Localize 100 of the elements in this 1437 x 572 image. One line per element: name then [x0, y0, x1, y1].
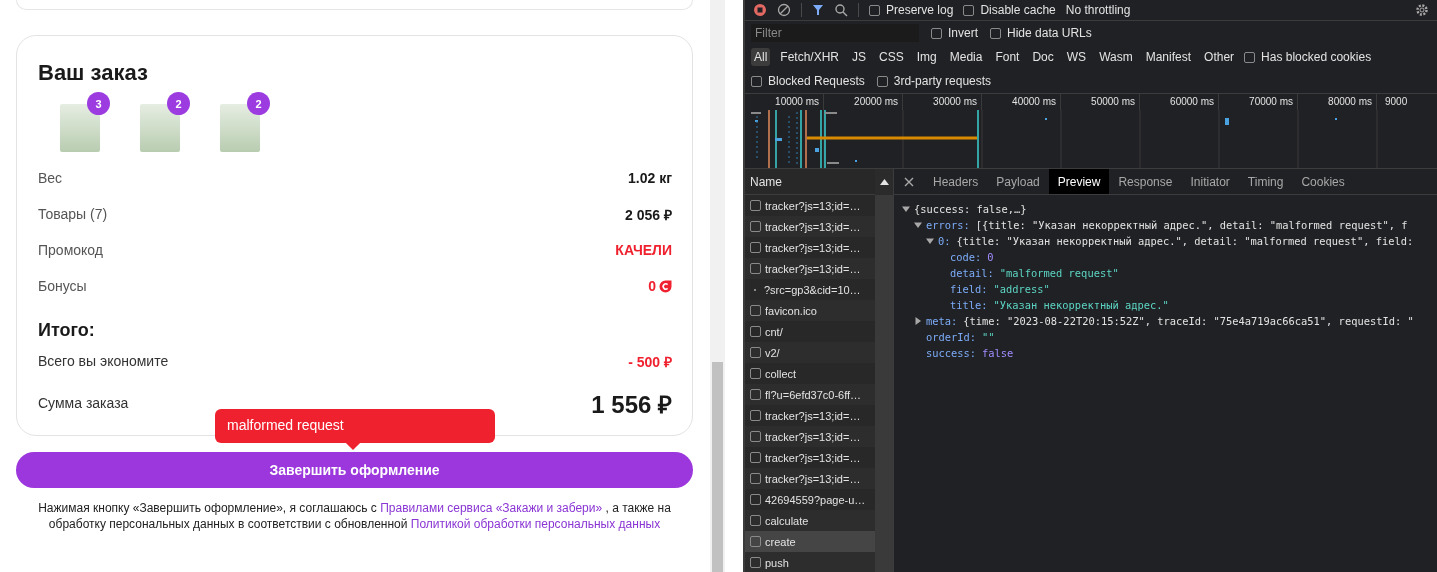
scrollbar-thumb[interactable] — [712, 362, 723, 572]
request-row[interactable]: tracker?js=13;id=… — [745, 426, 875, 447]
request-row[interactable]: push — [745, 552, 875, 572]
detail-tab[interactable]: Headers — [924, 169, 988, 194]
checkbox[interactable] — [750, 221, 761, 232]
option-label: Blocked Requests — [768, 74, 865, 88]
checkbox[interactable] — [750, 494, 761, 505]
checkbox[interactable] — [990, 27, 1001, 39]
terms-link[interactable]: Политикой обработки персональных данных — [410, 517, 661, 531]
checkbox[interactable] — [750, 536, 761, 547]
type-filter-tab[interactable]: Font — [992, 48, 1023, 66]
checkbox[interactable] — [1244, 51, 1256, 63]
quantity-badge: 3 — [87, 92, 110, 115]
sort-arrow-icon[interactable] — [879, 179, 889, 185]
summary-value: 2 056 ₽ — [625, 205, 672, 224]
checkbox[interactable] — [750, 200, 761, 211]
type-filter-tab[interactable]: CSS — [876, 48, 907, 66]
gear-icon[interactable] — [1415, 3, 1429, 17]
checkbox[interactable] — [750, 557, 761, 568]
checkbox[interactable] — [869, 4, 880, 16]
timeline-tick-label: 80000 ms — [1298, 94, 1377, 110]
property-key: success: — [926, 345, 977, 361]
clear-icon[interactable] — [777, 3, 791, 17]
detail-tab[interactable]: Response — [1109, 169, 1182, 194]
timeline-tick-label: 60000 ms — [1140, 94, 1219, 110]
request-row[interactable]: tracker?js=13;id=… — [745, 468, 875, 489]
expanded-triangle-icon[interactable] — [914, 221, 922, 229]
checkout-button[interactable]: Завершить оформление — [16, 452, 693, 488]
checkbox[interactable] — [750, 263, 761, 274]
close-icon[interactable] — [904, 176, 914, 187]
checkbox[interactable] — [750, 347, 761, 358]
filter-icon[interactable] — [812, 3, 824, 17]
checkbox[interactable] — [750, 452, 761, 463]
search-icon[interactable] — [834, 3, 848, 17]
type-filter-tab[interactable]: Fetch/XHR — [777, 48, 843, 66]
summary-value: КАЧЕЛИ — [615, 242, 672, 258]
checkbox[interactable] — [750, 305, 761, 316]
collapsed-triangle-icon[interactable] — [914, 317, 922, 325]
type-filter-tab[interactable]: JS — [849, 48, 870, 66]
property-value: "malformed request" — [999, 266, 1119, 281]
request-row[interactable]: calculate — [745, 510, 875, 531]
detail-tab[interactable]: Payload — [987, 169, 1049, 194]
option-label: Disable cache — [980, 3, 1056, 17]
timeline-tick-label: 10000 ms — [745, 94, 824, 110]
type-filter-tab[interactable]: Other — [1201, 48, 1238, 66]
property-value: "address" — [993, 282, 1050, 297]
request-row[interactable]: tracker?js=13;id=… — [745, 258, 875, 279]
type-filter-tab[interactable]: Doc — [1029, 48, 1057, 66]
option-label: Hide data URLs — [1007, 26, 1092, 40]
request-row[interactable]: tracker?js=13;id=… — [745, 216, 875, 237]
expanded-triangle-icon[interactable] — [926, 237, 934, 245]
detail-tab[interactable]: Initiator — [1181, 169, 1239, 194]
type-filter-tab[interactable]: All — [751, 48, 771, 66]
property-value: {time: "2023-08-22T20:15:52Z", traceId: "75e4a719ac66ca51", requestId: " — [963, 314, 1414, 329]
type-filter-tab[interactable]: WS — [1063, 48, 1090, 66]
request-row[interactable]: fl?u=6efd37c0-6ff… — [745, 384, 875, 405]
checkbox[interactable] — [750, 242, 761, 253]
checkbox[interactable] — [750, 473, 761, 484]
column-header[interactable]: Name — [750, 174, 782, 189]
summary-label: Товары (7) — [38, 206, 108, 222]
checkbox[interactable] — [750, 389, 761, 400]
type-filter-tab[interactable]: Manifest — [1142, 48, 1195, 66]
filter-field[interactable]: Filter — [751, 24, 919, 42]
checkbox[interactable] — [750, 326, 761, 337]
checkbox[interactable] — [750, 368, 761, 379]
request-row[interactable]: favicon.ico — [745, 300, 875, 321]
detail-tab[interactable]: Preview — [1048, 169, 1110, 194]
throttling-dropdown[interactable]: No throttling — [1065, 3, 1131, 17]
property-key: title: — [950, 297, 988, 313]
terms-link[interactable]: Правилами сервиса «Закажи и забери» — [380, 501, 603, 515]
checkbox[interactable] — [876, 75, 888, 87]
checkbox[interactable] — [750, 515, 761, 526]
checkbox[interactable] — [751, 75, 762, 87]
option-label: 3rd-party requests — [893, 74, 992, 88]
timeline-tick-label: 30000 ms — [903, 94, 982, 110]
timeline-tick-label: 70000 ms — [1219, 94, 1298, 110]
type-filter-tab[interactable]: Media — [946, 48, 986, 66]
checkbox[interactable] — [750, 410, 761, 421]
type-filter-tab[interactable]: Img — [913, 48, 940, 66]
timeline-tick-label: 40000 ms — [982, 94, 1061, 110]
request-row[interactable]: create — [745, 531, 875, 552]
property-value: {title: "Указан некорректный адрес.", detail: "malformed request", field: — [956, 234, 1414, 249]
quantity-badge: 2 — [167, 92, 190, 115]
consent-text: Нажимая кнопку «Завершить оформление», я соглашаюсь с Правилами сервиса «Закажи и забери» , а также на обработку персональных данных в соответствии с обновленной Политикой обработки персональных данных — [37, 500, 672, 532]
property-key: meta: — [926, 313, 958, 329]
expanded-triangle-icon[interactable] — [902, 205, 910, 213]
bonus-coin-icon — [659, 279, 672, 293]
total-label: Сумма заказа — [38, 395, 129, 411]
scrollbar-track[interactable] — [710, 0, 725, 572]
checkbox[interactable] — [931, 27, 942, 39]
checkbox[interactable] — [963, 4, 975, 16]
stop-recording-icon[interactable] — [753, 3, 767, 17]
type-filter-tab[interactable]: Wasm — [1096, 48, 1136, 66]
request-row[interactable]: v2/ — [745, 342, 875, 363]
checkbox[interactable] — [750, 431, 761, 442]
detail-tab[interactable]: Cookies — [1292, 169, 1354, 194]
summary-value: 1.02 кг — [628, 170, 672, 186]
total-value: 1 556 ₽ — [591, 389, 672, 420]
summary-label: Бонусы — [38, 278, 87, 294]
detail-tab[interactable]: Timing — [1238, 169, 1293, 194]
